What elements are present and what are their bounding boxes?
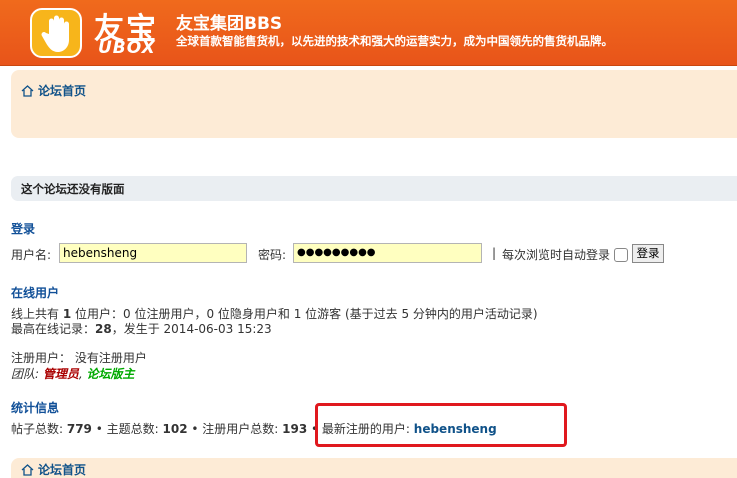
admin-link[interactable]: 管理员 xyxy=(43,367,79,381)
footer-home-link[interactable]: 论坛首页 xyxy=(21,461,86,478)
password-label: 密码: xyxy=(258,248,287,262)
separator: | xyxy=(492,246,497,260)
footer-home-label: 论坛首页 xyxy=(38,463,87,477)
home-icon xyxy=(21,464,34,476)
site-description: 全球首款智能售货机，以先进的技术和强大的运营实力，成为中国领先的售货机品牌。 xyxy=(176,34,613,48)
registered-users-line: 注册用户： 没有注册用户 xyxy=(11,351,147,365)
site-title: 友宝集团BBS xyxy=(176,14,283,34)
username-label: 用户名: xyxy=(11,248,52,262)
site-header: 友宝 UBOX 友宝集团BBS 全球首款智能售货机，以先进的技术和强大的运营实力… xyxy=(0,0,737,66)
online-record: 最高在线记录：28，发生于 2014-06-03 15:23 xyxy=(11,322,272,336)
online-users-heading[interactable]: 在线用户 xyxy=(11,284,59,301)
login-button[interactable]: 登录 xyxy=(632,244,664,263)
username-input[interactable]: hebensheng xyxy=(59,243,247,263)
top-navbar: 论坛首页 xyxy=(11,70,737,138)
stats-heading: 统计信息 xyxy=(11,401,60,415)
notice-text: 这个论坛还没有版面 xyxy=(21,182,125,196)
annotation-highlight-box xyxy=(315,403,567,447)
password-input[interactable]: ●●●●●●●●● xyxy=(293,243,482,263)
logo-subtext: UBOX xyxy=(98,38,156,58)
bottom-navbar: 论坛首页 xyxy=(11,458,737,478)
login-heading[interactable]: 登录 xyxy=(11,220,35,237)
no-forums-notice: 这个论坛还没有版面 xyxy=(11,176,737,201)
moderator-link[interactable]: 论坛版主 xyxy=(87,367,135,381)
auto-login-checkbox[interactable] xyxy=(614,248,628,262)
home-icon xyxy=(21,85,34,97)
team-legend: 团队: 管理员, 论坛版主 xyxy=(11,367,135,381)
auto-login-label: 每次浏览时自动登录 xyxy=(502,248,611,262)
forum-home-link[interactable]: 论坛首页 xyxy=(21,82,86,99)
forum-home-label: 论坛首页 xyxy=(38,84,87,98)
hand-logo-icon[interactable] xyxy=(30,8,82,58)
